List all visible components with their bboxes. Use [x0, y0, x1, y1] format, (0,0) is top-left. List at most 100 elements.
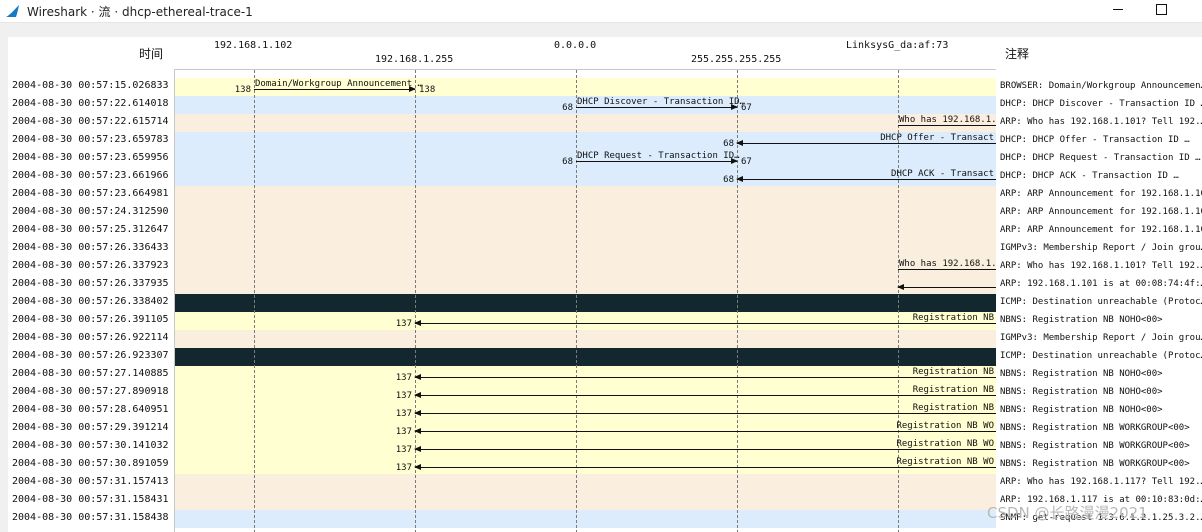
time-cell[interactable]: 2004-08-30 00:57:27.140885: [12, 365, 169, 383]
comment-cell[interactable]: DHCP: DHCP Offer - Transaction ID …: [1000, 131, 1202, 149]
flow-row[interactable]: [175, 132, 996, 150]
minimize-button[interactable]: [1095, 0, 1141, 22]
comment-cell[interactable]: NBNS: Registration NB NOHO<00>: [1000, 401, 1202, 419]
time-cell[interactable]: 2004-08-30 00:57:31.158438: [12, 509, 169, 527]
arrow-label: DHCP Offer - Transact: [880, 133, 994, 143]
comment-cell[interactable]: DHCP: DHCP Request - Transaction ID …: [1000, 149, 1202, 167]
time-cell[interactable]: 2004-08-30 00:57:22.614018: [12, 95, 169, 113]
flow-row[interactable]: [175, 384, 996, 402]
flow-arrow[interactable]: [898, 269, 996, 270]
time-cell[interactable]: 2004-08-30 00:57:26.923307: [12, 347, 169, 365]
flow-row[interactable]: [175, 402, 996, 420]
flow-arrow[interactable]: [414, 374, 996, 380]
time-cell[interactable]: 2004-08-30 00:57:26.337923: [12, 257, 169, 275]
flow-row[interactable]: [175, 474, 996, 492]
flow-row[interactable]: [175, 420, 996, 438]
comment-cell[interactable]: ARP: ARP Announcement for 192.168.1.101: [1000, 185, 1202, 203]
time-cell[interactable]: 2004-08-30 00:57:26.338402: [12, 293, 169, 311]
comment-cell[interactable]: NBNS: Registration NB NOHO<00>: [1000, 383, 1202, 401]
flow-row[interactable]: [175, 510, 996, 528]
time-cell[interactable]: 2004-08-30 00:57:28.640951: [12, 401, 169, 419]
time-cell[interactable]: 2004-08-30 00:57:26.336433: [12, 239, 169, 257]
time-cell[interactable]: 2004-08-30 00:57:30.141032: [12, 437, 169, 455]
flow-arrow[interactable]: [736, 140, 996, 146]
host-header: LinksysG_da:af:73: [846, 40, 949, 51]
comment-cell[interactable]: DHCP: DHCP ACK - Transaction ID …: [1000, 167, 1202, 185]
time-cell[interactable]: 2004-08-30 00:57:23.659783: [12, 131, 169, 149]
comment-cell[interactable]: IGMPv3: Membership Report / Join grou…: [1000, 329, 1202, 347]
comment-cell[interactable]: NBNS: Registration NB WORKGROUP<00>: [1000, 419, 1202, 437]
flow-row[interactable]: [175, 276, 996, 294]
host-lifeline: [415, 70, 416, 532]
comment-cell[interactable]: ARP: Who has 192.168.1.117? Tell 192.…: [1000, 473, 1202, 491]
flow-row[interactable]: [175, 312, 996, 330]
port-label: 137: [395, 409, 412, 419]
time-cell[interactable]: 2004-08-30 00:57:30.891059: [12, 455, 169, 473]
flow-diagram[interactable]: Domain/Workgroup Announcement … 138 138 DHC…: [174, 69, 996, 532]
flow-row[interactable]: [175, 186, 996, 204]
flow-arrow[interactable]: [736, 176, 996, 182]
flow-arrow[interactable]: [414, 428, 996, 434]
comment-cell[interactable]: NBNS: Registration NB WORKGROUP<00>: [1000, 455, 1202, 473]
maximize-button[interactable]: [1139, 0, 1185, 22]
flow-row[interactable]: [175, 114, 996, 132]
flow-row[interactable]: [175, 348, 996, 366]
comment-cell[interactable]: ARP: Who has 192.168.1.101? Tell 192.…: [1000, 113, 1202, 131]
time-cell[interactable]: 2004-08-30 00:57:23.661966: [12, 167, 169, 185]
flow-arrow[interactable]: [897, 284, 996, 290]
host-header: 192.168.1.255: [375, 54, 454, 65]
time-cell[interactable]: 2004-08-30 00:57:22.615714: [12, 113, 169, 131]
flow-row[interactable]: [175, 204, 996, 222]
comment-cell[interactable]: ICMP: Destination unreachable (Protoc…: [1000, 293, 1202, 311]
flow-graph-panel[interactable]: 时间 注释 192.168.1.102 192.168.1.255 0.0.0.0 2…: [8, 37, 1202, 532]
arrow-label: DHCP Discover - Transaction ID…: [577, 97, 745, 107]
flow-arrow[interactable]: [414, 320, 996, 326]
flow-row[interactable]: [175, 294, 996, 312]
flow-row[interactable]: [175, 456, 996, 474]
flow-arrow[interactable]: [576, 104, 738, 110]
port-label: 67: [741, 157, 752, 167]
flow-row[interactable]: [175, 258, 996, 276]
comment-cell[interactable]: BROWSER: Domain/Workgroup Announcemen…: [1000, 77, 1202, 95]
flow-row[interactable]: [175, 366, 996, 384]
time-cell[interactable]: 2004-08-30 00:57:26.337935: [12, 275, 169, 293]
comment-cell[interactable]: DHCP: DHCP Discover - Transaction ID …: [1000, 95, 1202, 113]
comment-cell[interactable]: NBNS: Registration NB NOHO<00>: [1000, 311, 1202, 329]
comment-cell[interactable]: IGMPv3: Membership Report / Join grou…: [1000, 239, 1202, 257]
flow-row[interactable]: [175, 168, 996, 186]
comment-cell[interactable]: NBNS: Registration NB WORKGROUP<00>: [1000, 437, 1202, 455]
arrow-label: Registration NB: [912, 385, 994, 395]
time-cell[interactable]: 2004-08-30 00:57:31.158431: [12, 491, 169, 509]
flow-row[interactable]: [175, 240, 996, 258]
flow-arrow[interactable]: [414, 464, 996, 470]
comment-cell[interactable]: ARP: ARP Announcement for 192.168.1.101: [1000, 221, 1202, 239]
time-cell[interactable]: 2004-08-30 00:57:26.391105: [12, 311, 169, 329]
time-cell[interactable]: 2004-08-30 00:57:23.659956: [12, 149, 169, 167]
time-cell[interactable]: 2004-08-30 00:57:29.391214: [12, 419, 169, 437]
comment-cell[interactable]: NBNS: Registration NB NOHO<00>: [1000, 365, 1202, 383]
comment-cell[interactable]: ICMP: Destination unreachable (Protoc…: [1000, 347, 1202, 365]
flow-arrow[interactable]: [576, 158, 738, 164]
port-label: 137: [395, 445, 412, 455]
flow-row[interactable]: [175, 330, 996, 348]
flow-row[interactable]: [175, 438, 996, 456]
flow-arrow[interactable]: [414, 410, 996, 416]
time-column-header: 时间: [139, 47, 164, 61]
flow-arrow[interactable]: [898, 125, 996, 126]
flow-arrow[interactable]: [414, 392, 996, 398]
comment-cell[interactable]: ARP: Who has 192.168.1.101? Tell 192.…: [1000, 257, 1202, 275]
wireshark-fin-icon: [6, 5, 19, 17]
comment-cell[interactable]: ARP: ARP Announcement for 192.168.1.101: [1000, 203, 1202, 221]
time-cell[interactable]: 2004-08-30 00:57:31.157413: [12, 473, 169, 491]
time-cell[interactable]: 2004-08-30 00:57:26.922114: [12, 329, 169, 347]
flow-arrow[interactable]: [414, 446, 996, 452]
time-cell[interactable]: 2004-08-30 00:57:23.664981: [12, 185, 169, 203]
comment-cell[interactable]: ARP: 192.168.1.101 is at 00:08:74:4f:…: [1000, 275, 1202, 293]
time-cell[interactable]: 2004-08-30 00:57:24.312590: [12, 203, 169, 221]
flow-arrow[interactable]: [254, 86, 416, 92]
flow-row[interactable]: [175, 222, 996, 240]
time-cell[interactable]: 2004-08-30 00:57:25.312647: [12, 221, 169, 239]
time-cell[interactable]: 2004-08-30 00:57:15.026833: [12, 77, 169, 95]
flow-row[interactable]: [175, 492, 996, 510]
time-cell[interactable]: 2004-08-30 00:57:27.890918: [12, 383, 169, 401]
